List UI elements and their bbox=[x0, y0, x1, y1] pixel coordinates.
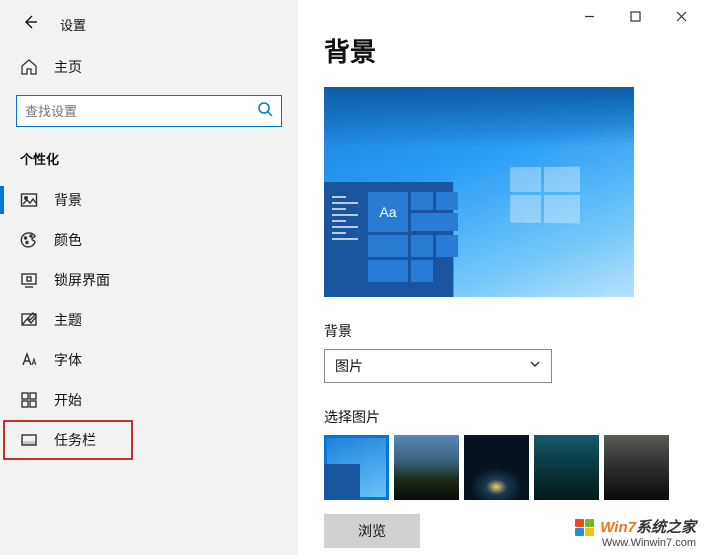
search-icon bbox=[257, 101, 273, 122]
font-icon bbox=[20, 351, 38, 369]
nav-item-taskbar[interactable]: 任务栏 bbox=[3, 420, 133, 460]
nav-item-start[interactable]: 开始 bbox=[0, 380, 298, 420]
nav-item-colors[interactable]: 颜色 bbox=[0, 220, 298, 260]
windows-flag-icon bbox=[575, 519, 597, 537]
back-icon[interactable] bbox=[22, 14, 38, 35]
home-link[interactable]: 主页 bbox=[0, 49, 298, 85]
start-icon bbox=[20, 391, 38, 409]
nav-label: 主题 bbox=[54, 310, 82, 330]
nav-label: 任务栏 bbox=[54, 430, 96, 450]
taskbar-icon bbox=[20, 431, 38, 449]
section-title: 个性化 bbox=[0, 141, 298, 180]
browse-button[interactable]: 浏览 bbox=[324, 514, 420, 548]
titlebar-left: 设置 bbox=[0, 10, 298, 49]
picture-icon bbox=[20, 191, 38, 209]
nav-label: 背景 bbox=[54, 190, 82, 210]
picture-thumb-3[interactable] bbox=[464, 435, 529, 500]
watermark-title: Win7系统之家 bbox=[575, 516, 696, 537]
picture-thumbnails bbox=[324, 435, 686, 500]
nav-item-lockscreen[interactable]: 锁屏界面 bbox=[0, 260, 298, 300]
maximize-button[interactable] bbox=[612, 0, 658, 32]
sidebar: 设置 主页 个性化 背景 bbox=[0, 0, 298, 555]
nav-item-background[interactable]: 背景 bbox=[0, 180, 298, 220]
windows-logo-icon bbox=[510, 167, 579, 223]
nav-list: 背景 颜色 锁屏界面 主题 bbox=[0, 180, 298, 460]
picture-thumb-5[interactable] bbox=[604, 435, 669, 500]
chevron-down-icon bbox=[529, 357, 541, 375]
background-type-label: 背景 bbox=[324, 321, 686, 341]
background-type-dropdown[interactable]: 图片 bbox=[324, 349, 552, 383]
theme-icon bbox=[20, 311, 38, 329]
nav-label: 字体 bbox=[54, 350, 82, 370]
search-input[interactable] bbox=[25, 104, 257, 119]
desktop-preview: Aa bbox=[324, 87, 634, 297]
nav-label: 锁屏界面 bbox=[54, 270, 110, 290]
nav-item-themes[interactable]: 主题 bbox=[0, 300, 298, 340]
picture-thumb-1[interactable] bbox=[324, 435, 389, 500]
preview-sample-text: Aa bbox=[368, 192, 408, 232]
home-icon bbox=[20, 58, 38, 76]
content-area: 背景 Aa 背景 图片 bbox=[298, 0, 704, 555]
preview-start-panel: Aa bbox=[324, 182, 454, 297]
close-button[interactable] bbox=[658, 0, 704, 32]
watermark-url: Www.Winwin7.com bbox=[575, 537, 696, 549]
search-box[interactable] bbox=[16, 95, 282, 127]
choose-picture-label: 选择图片 bbox=[324, 407, 686, 427]
minimize-button[interactable] bbox=[566, 0, 612, 32]
watermark: Win7系统之家 Www.Winwin7.com bbox=[575, 516, 696, 549]
palette-icon bbox=[20, 231, 38, 249]
picture-thumb-4[interactable] bbox=[534, 435, 599, 500]
lockscreen-icon bbox=[20, 271, 38, 289]
settings-window: 设置 主页 个性化 背景 bbox=[0, 0, 704, 555]
window-controls bbox=[566, 0, 704, 32]
nav-label: 开始 bbox=[54, 390, 82, 410]
dropdown-value: 图片 bbox=[335, 356, 363, 376]
app-title: 设置 bbox=[60, 15, 86, 34]
search-wrap bbox=[0, 85, 298, 141]
nav-label: 颜色 bbox=[54, 230, 82, 250]
nav-item-fonts[interactable]: 字体 bbox=[0, 340, 298, 380]
picture-thumb-2[interactable] bbox=[394, 435, 459, 500]
home-label: 主页 bbox=[54, 57, 82, 77]
